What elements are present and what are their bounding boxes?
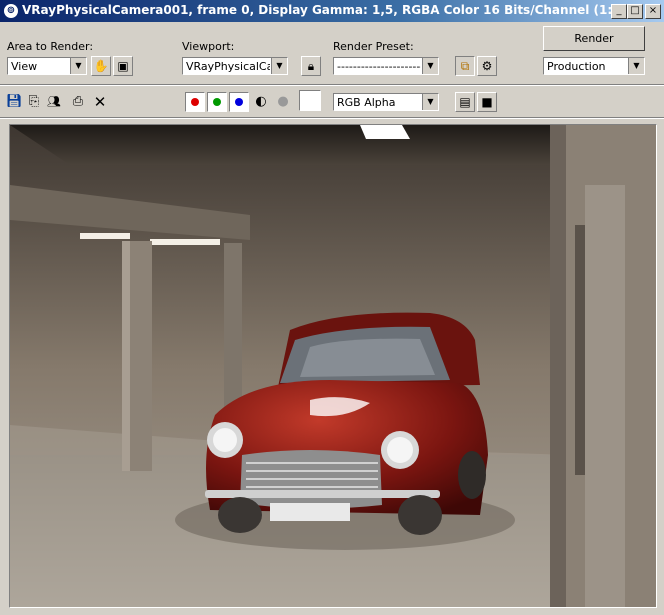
clone-icon[interactable]: 👥︎ — [46, 94, 62, 110]
teapot-icon: ⚙ — [481, 59, 493, 73]
region-icon: ▣ — [117, 59, 129, 73]
hand-icon: ✋ — [93, 59, 109, 73]
area-to-render-label: Area to Render: — [7, 40, 94, 53]
alpha-icon[interactable]: ● — [275, 94, 291, 110]
area-to-render-value: View — [11, 60, 38, 73]
green-channel-toggle[interactable] — [207, 92, 227, 112]
render-mode-value: Production — [547, 60, 606, 73]
display-alpha-icon: ■ — [481, 95, 493, 109]
lock-viewport-button[interactable]: 🔒︎ — [301, 56, 321, 76]
maximize-button[interactable]: □ — [627, 4, 643, 19]
print-icon[interactable]: ⎙ — [70, 94, 86, 110]
chevron-down-icon: ▼ — [271, 58, 287, 74]
green-dot-icon — [213, 98, 221, 106]
chevron-down-icon: ▼ — [422, 58, 438, 74]
auto-region-button[interactable]: ▣ — [113, 56, 133, 76]
render-setup-button[interactable]: ⧉ — [455, 56, 475, 76]
title-bar[interactable]: ⊚ VRayPhysicalCamera001, frame 0, Displa… — [0, 0, 664, 22]
area-to-render-dropdown[interactable]: View ▼ — [7, 57, 87, 75]
edit-region-button[interactable]: ✋ — [91, 56, 111, 76]
render-preset-label: Render Preset: — [333, 40, 414, 53]
viewport-value: VRayPhysicalCame — [186, 60, 270, 73]
chevron-down-icon: ▼ — [628, 58, 644, 74]
color-swatch[interactable] — [299, 90, 321, 111]
chevron-down-icon: ▼ — [422, 94, 438, 110]
display-alpha-button[interactable]: ■ — [477, 92, 497, 112]
viewport-dropdown[interactable]: VRayPhysicalCame ▼ — [182, 57, 288, 75]
red-dot-icon — [191, 98, 199, 106]
channel-value: RGB Alpha — [337, 96, 396, 109]
render-setup-icon: ⧉ — [460, 59, 470, 73]
toolbar-separator — [0, 84, 664, 86]
render-button[interactable]: Render — [543, 26, 645, 51]
minimize-button[interactable]: _ — [611, 4, 627, 19]
mono-icon[interactable]: ◐ — [253, 94, 269, 110]
close-button[interactable]: × — [645, 4, 661, 19]
blue-channel-toggle[interactable] — [229, 92, 249, 112]
render-mode-dropdown[interactable]: Production ▼ — [543, 57, 645, 75]
rendered-image — [10, 125, 656, 607]
environment-button[interactable]: ⚙ — [477, 56, 497, 76]
chevron-down-icon: ▼ — [70, 58, 86, 74]
app-icon[interactable]: ⊚ — [4, 4, 18, 18]
channel-dropdown[interactable]: RGB Alpha ▼ — [333, 93, 439, 111]
viewport-label: Viewport: — [182, 40, 235, 53]
red-channel-toggle[interactable] — [185, 92, 205, 112]
blue-dot-icon — [235, 98, 243, 106]
save-icon[interactable]: 💾︎ — [6, 94, 23, 110]
render-preset-value: ---------------------------- — [337, 60, 421, 73]
clear-icon[interactable]: ✕ — [92, 94, 108, 110]
render-preset-dropdown[interactable]: ---------------------------- ▼ — [333, 57, 439, 75]
render-viewport[interactable] — [9, 124, 657, 608]
display-rgb-button[interactable]: ▤ — [455, 92, 475, 112]
viewport-separator — [0, 117, 664, 119]
display-rgb-icon: ▤ — [459, 95, 471, 109]
copy-icon[interactable]: ⎘ — [26, 94, 42, 110]
lock-icon: 🔒︎ — [307, 59, 315, 73]
window-title: VRayPhysicalCamera001, frame 0, Display … — [22, 3, 627, 17]
